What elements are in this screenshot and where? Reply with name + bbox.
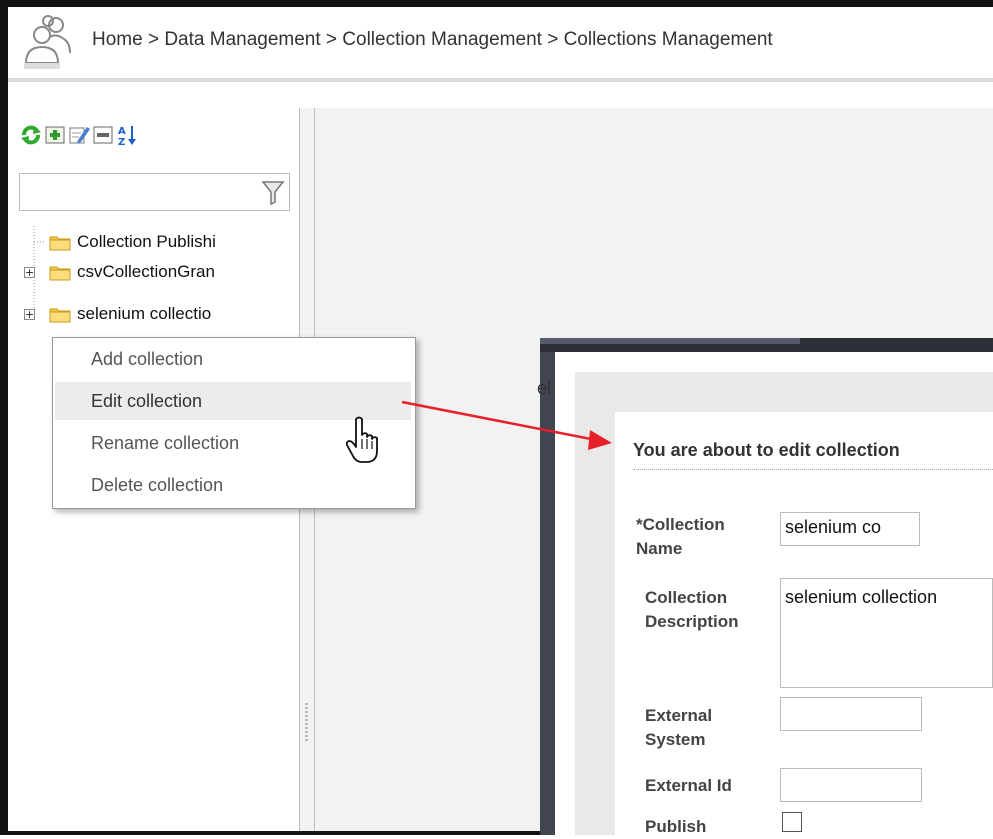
collection-description-textarea[interactable]: selenium collection	[780, 578, 993, 688]
sort-az-icon[interactable]: A Z	[116, 124, 138, 146]
collection-description-label: Collection Description	[645, 586, 739, 634]
tree-item[interactable]: + selenium collectio	[24, 299, 211, 329]
tree-item-label: selenium collectio	[77, 304, 212, 323]
svg-text:A: A	[118, 126, 126, 137]
edit-icon[interactable]	[68, 124, 90, 146]
tree-item-label: csvCollectionGran	[77, 262, 215, 281]
tree-item[interactable]: + csvCollectionGran	[24, 257, 215, 287]
label-line: External	[645, 706, 713, 725]
filter-funnel-icon[interactable]	[261, 180, 285, 206]
tree-item-label: Collection Publishi	[77, 232, 216, 251]
label-line: Description	[645, 612, 739, 631]
filter-input[interactable]	[24, 174, 258, 210]
app-header: Home > Data Management > Collection Mana…	[8, 7, 993, 78]
svg-text:Z: Z	[118, 137, 125, 146]
tree-filter	[19, 173, 290, 211]
users-icon	[24, 15, 71, 69]
header-divider	[8, 78, 993, 82]
hand-pointer-icon	[345, 416, 378, 463]
folder-icon	[49, 308, 71, 322]
tree-toolbar: A Z	[20, 120, 138, 150]
external-system-label: External System	[645, 704, 712, 752]
breadcrumb: Home > Data Management > Collection Mana…	[92, 29, 773, 50]
tree-item[interactable]: Collection Publishi	[24, 227, 216, 257]
menu-item-add-collection[interactable]: Add collection	[55, 340, 411, 378]
folder-icon	[49, 266, 71, 280]
expand-icon[interactable]: +	[24, 308, 35, 320]
folder-icon	[49, 236, 71, 250]
external-id-label: External Id	[645, 776, 732, 795]
label-line: Collection	[645, 588, 728, 607]
splitter-grip[interactable]	[305, 703, 308, 743]
remove-icon[interactable]	[92, 124, 114, 146]
expand-icon[interactable]: +	[24, 266, 35, 278]
external-id-input[interactable]	[780, 768, 922, 802]
dialog-title: You are about to edit collection	[633, 440, 993, 470]
dialog-titlebar-accent	[540, 338, 800, 344]
label-line: System	[645, 730, 706, 749]
dialog-partial-text: el	[537, 378, 552, 398]
collection-name-input[interactable]: selenium co	[780, 512, 920, 546]
collection-name-label: *Collection Name	[636, 513, 725, 561]
label-line: *Collection	[636, 515, 725, 534]
menu-item-delete-collection[interactable]: Delete collection	[55, 466, 411, 504]
dialog-header-strip	[575, 372, 993, 412]
label-line: Name	[636, 539, 683, 558]
publish-checkbox[interactable]	[782, 812, 802, 832]
external-system-input[interactable]	[780, 697, 922, 731]
refresh-icon[interactable]	[20, 124, 42, 146]
add-icon[interactable]	[44, 124, 66, 146]
publish-label: Publish	[645, 817, 707, 836]
